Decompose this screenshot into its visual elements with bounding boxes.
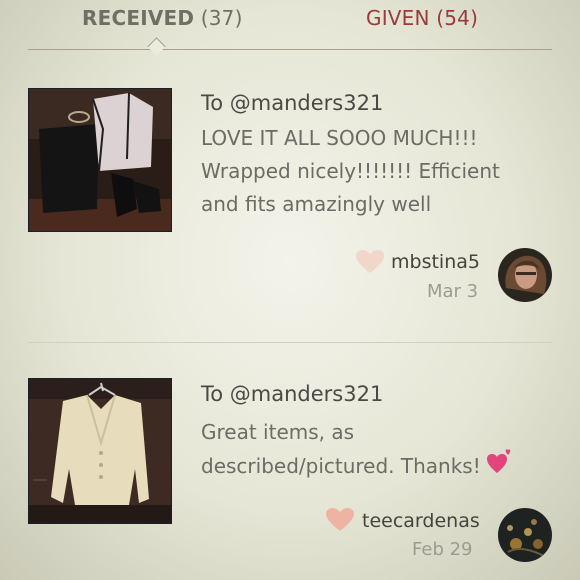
review-message: LOVE IT ALL SOOO MUCH!!! Wrapped nicely!… [201, 126, 500, 216]
reviewer-username[interactable]: teecardenas [362, 510, 480, 532]
tab-underline [28, 49, 552, 50]
sparkle-heart-icon [487, 449, 513, 485]
tab-received-label: RECEIVED [82, 6, 195, 30]
review-recipient: To @manders321 [201, 91, 384, 115]
tab-received-count: (37) [200, 6, 243, 30]
tab-received[interactable]: RECEIVED (37) [82, 6, 243, 30]
review-date: Mar 3 [427, 281, 479, 302]
review-date: Feb 29 [412, 539, 473, 560]
review-item-photo[interactable] [28, 378, 172, 524]
review-message-text: Great items, as described/pictured. Than… [201, 420, 481, 478]
review-item-photo[interactable] [28, 88, 172, 232]
review-divider [28, 342, 552, 343]
review-message: Great items, as described/pictured. Than… [201, 416, 531, 485]
review-recipient: To @manders321 [201, 382, 384, 406]
avatar[interactable] [498, 248, 552, 302]
tab-given-label: GIVEN [366, 6, 430, 30]
avatar[interactable] [498, 508, 552, 562]
tab-given[interactable]: GIVEN (54) [366, 6, 478, 30]
heart-icon[interactable] [326, 508, 354, 532]
reviewer-username[interactable]: mbstina5 [391, 251, 480, 273]
heart-icon[interactable] [356, 250, 384, 274]
tab-given-count: (54) [436, 6, 479, 30]
review-tabs: RECEIVED (37) GIVEN (54) [0, 0, 580, 56]
active-tab-caret-icon [147, 37, 166, 56]
